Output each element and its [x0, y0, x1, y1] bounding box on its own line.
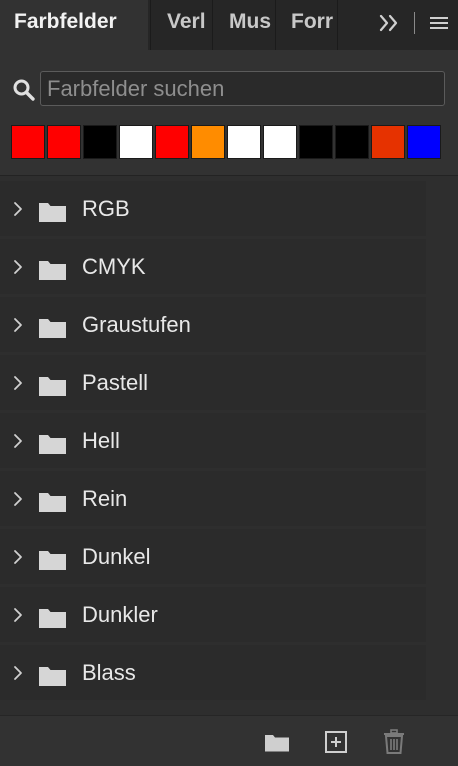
color-swatch[interactable] — [227, 125, 261, 159]
swatch-group-row[interactable]: Rein — [0, 471, 426, 526]
tab-formen[interactable]: Forr — [275, 0, 337, 50]
folder-icon — [39, 261, 66, 280]
trash-icon — [384, 729, 404, 754]
swatch-group-row[interactable]: RGB — [0, 181, 426, 236]
color-swatch[interactable] — [11, 125, 45, 159]
tab-muster[interactable]: Mus — [212, 0, 275, 50]
color-swatch[interactable] — [407, 125, 441, 159]
folder-icon — [39, 493, 66, 512]
folder-icon — [265, 735, 289, 752]
color-swatch[interactable] — [299, 125, 333, 159]
chevron-right-icon[interactable] — [12, 489, 24, 509]
chevron-right-icon[interactable] — [12, 663, 24, 683]
swatch-group-row[interactable]: Dunkler — [0, 587, 426, 642]
search-icon — [12, 78, 36, 102]
chevron-right-icon[interactable] — [12, 547, 24, 567]
folder-icon — [39, 319, 66, 338]
folder-icon — [39, 609, 66, 628]
folder-icon — [39, 203, 66, 222]
toolbar-divider — [414, 12, 415, 34]
folder-icon — [39, 667, 66, 686]
chevron-right-icon[interactable] — [12, 199, 24, 219]
swatch-group-row[interactable]: Hell — [0, 413, 426, 468]
swatch-group-row[interactable]: CMYK — [0, 239, 426, 294]
chevron-right-icon[interactable] — [12, 431, 24, 451]
group-label: Dunkel — [82, 544, 151, 569]
folder-icon — [39, 551, 66, 570]
color-swatch[interactable] — [191, 125, 225, 159]
swatches-panel: Farbfelder Verl Mus Forr Farbfelder such… — [0, 0, 458, 766]
tab-verlaeufe[interactable]: Verl — [150, 0, 212, 50]
double-chevron-right-icon[interactable] — [376, 10, 404, 36]
hamburger-menu-icon[interactable] — [428, 12, 450, 34]
swatch-search-input[interactable] — [40, 71, 445, 106]
color-swatch[interactable] — [155, 125, 189, 159]
chevron-right-icon[interactable] — [12, 373, 24, 393]
color-swatch[interactable] — [47, 125, 81, 159]
chevron-right-icon[interactable] — [12, 605, 24, 625]
add-square-icon — [325, 731, 347, 753]
swatch-group-row[interactable]: Pastell — [0, 355, 426, 410]
tab-divider — [337, 0, 338, 50]
color-swatch[interactable] — [335, 125, 369, 159]
swatch-group-list: RGB CMYK Graustufen Pastell Hell Rein Dunkel Du… — [0, 175, 458, 716]
group-label: Rein — [82, 486, 128, 511]
chevron-right-icon[interactable] — [12, 257, 24, 277]
swatch-group-row[interactable]: Blass — [0, 645, 426, 700]
group-label: CMYK — [82, 254, 146, 279]
group-label: Graustufen — [82, 312, 191, 337]
panel-tab-bar: Farbfelder Verl Mus Forr — [0, 0, 458, 50]
color-swatch[interactable] — [119, 125, 153, 159]
group-label: Dunkler — [82, 602, 158, 627]
folder-icon — [39, 435, 66, 454]
panel-footer — [0, 715, 458, 766]
group-label: RGB — [82, 196, 130, 221]
delete-button[interactable] — [380, 728, 408, 756]
group-label: Hell — [82, 428, 120, 453]
new-swatch-button[interactable] — [322, 728, 350, 756]
swatch-group-row[interactable]: Graustufen — [0, 297, 426, 352]
group-label: Blass — [82, 660, 136, 685]
new-group-button[interactable] — [263, 728, 291, 756]
swatch-group-row[interactable]: Dunkel — [0, 529, 426, 584]
scrollbar-track[interactable] — [430, 176, 458, 716]
color-swatch[interactable] — [83, 125, 117, 159]
color-swatch[interactable] — [263, 125, 297, 159]
color-swatch[interactable] — [371, 125, 405, 159]
group-label: Pastell — [82, 370, 149, 395]
tab-farbfelder[interactable]: Farbfelder — [0, 0, 148, 50]
chevron-right-icon[interactable] — [12, 315, 24, 335]
folder-icon — [39, 377, 66, 396]
